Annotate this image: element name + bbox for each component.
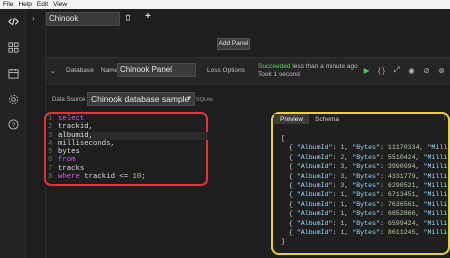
line-number: 8 (48, 173, 53, 182)
code-line: 5 bytes (48, 148, 208, 156)
chevron-down-icon[interactable]: ⌄ (50, 67, 56, 75)
line-number: 2 (48, 123, 53, 132)
panel-name-label: Name (101, 67, 119, 74)
chevron-right-icon[interactable]: › (32, 14, 35, 23)
more-icon[interactable]: ⋮ (441, 113, 448, 121)
play-icon[interactable]: ▶ (362, 66, 371, 75)
data-source-label: Data Source (52, 97, 86, 103)
json-row: { "AlbumId": 1, "Bytes": 6852860, "Milli… (281, 210, 447, 218)
code-line: 1 select (48, 115, 208, 123)
menu-view[interactable]: View (53, 0, 67, 9)
tab-schema[interactable]: Schema (309, 114, 345, 124)
json-row: { "AlbumId": 1, "Bytes": 6713451, "Milli… (281, 191, 447, 199)
code-line: 6 from (48, 156, 208, 164)
menu-bar: File Help Edit View (0, 0, 450, 9)
json-open: [ (281, 135, 285, 142)
svg-text:?: ? (11, 121, 15, 128)
help-icon[interactable]: ? (7, 118, 19, 130)
code-line: 4 milliseconds, (48, 140, 208, 148)
json-row: { "AlbumId": 3, "Bytes": 3990994, "Milli… (281, 163, 447, 171)
status-succeeded: Succeeded (258, 63, 291, 70)
sidebar-collapsed (26, 9, 46, 258)
line-number: 4 (48, 139, 53, 148)
json-row: { "AlbumId": 1, "Bytes": 11170334, "Mill… (281, 144, 447, 152)
page-name-input[interactable]: Chinook (46, 12, 120, 26)
line-number: 3 (48, 131, 53, 140)
line-number: 5 (48, 148, 53, 157)
code-text: tracks (58, 164, 85, 173)
settings-icon[interactable] (7, 93, 19, 105)
line-number: 1 (48, 115, 53, 123)
code-text: bytes (58, 148, 80, 157)
code-line: 8 where trackid <= 10; (48, 173, 208, 181)
code-text: milliseconds, (58, 139, 115, 148)
code-text: albumid, (58, 131, 208, 140)
code-text: select (58, 115, 85, 123)
expand-icon[interactable]: ⤢ (392, 65, 401, 75)
results-json: [ { "AlbumId": 1, "Bytes": 11170334, "Mi… (281, 134, 447, 247)
code-line: 3 albumid, (48, 131, 208, 140)
status-duration: Took 1 second (258, 71, 300, 78)
line-number: 7 (48, 164, 53, 173)
dialect-label: SQLite (196, 97, 213, 103)
dashboard-icon[interactable] (7, 41, 19, 53)
eye-icon[interactable]: ◉ (407, 66, 416, 75)
link-icon[interactable]: ⊘ (422, 66, 431, 75)
sql-code[interactable]: 1 select 2 trackid, 3 albumid, 4 milliseconds, 5… (48, 115, 208, 181)
code-text: trackid, (58, 123, 94, 132)
code-text: from (58, 156, 76, 165)
menu-file[interactable]: File (3, 0, 13, 9)
left-rail: ? (0, 9, 26, 258)
code-icon[interactable] (7, 15, 19, 27)
data-source-select[interactable]: Chinook database sample ▾ (87, 92, 195, 106)
json-row: { "AlbumId": 1, "Bytes": 6599424, "Milli… (281, 219, 447, 227)
results-tabs: Preview Schema (274, 114, 345, 124)
panel-options-link[interactable]: Loss Options (207, 67, 245, 74)
code-text: where trackid <= 10; (58, 173, 146, 182)
hide-icon[interactable]: ⊗ (437, 66, 446, 75)
json-row: { "AlbumId": 2, "Bytes": 5510424, "Milli… (281, 153, 447, 161)
calendar-icon[interactable] (7, 67, 19, 79)
json-row: { "AlbumId": 3, "Bytes": 4331779, "Milli… (281, 172, 447, 180)
line-number: 6 (48, 156, 53, 165)
json-row: { "AlbumId": 1, "Bytes": 7636561, "Milli… (281, 200, 447, 208)
chevron-down-icon: ▾ (187, 95, 191, 102)
trash-icon[interactable] (124, 13, 132, 23)
code-line: 7 tracks (48, 165, 208, 173)
json-row: { "AlbumId": 3, "Bytes": 6290521, "Milli… (281, 182, 447, 190)
run-status: Succeeded less than a minute ago Took 1 … (258, 63, 358, 79)
add-panel-button[interactable]: Add Panel (217, 38, 250, 50)
panel-type-label[interactable]: Database (66, 67, 94, 74)
code-line: 2 trackid, (48, 123, 208, 131)
add-page-icon[interactable]: + (145, 11, 151, 22)
menu-edit[interactable]: Edit (37, 0, 48, 9)
json-close: ] (281, 238, 285, 246)
tab-preview[interactable]: Preview (274, 114, 310, 124)
json-row: { "AlbumId": 1, "Bytes": 8611245, "Milli… (281, 229, 447, 237)
data-source-value: Chinook database sample (91, 94, 190, 104)
braces-icon[interactable]: { } (377, 66, 386, 75)
panel-name-input[interactable]: Chinook Panel (117, 63, 196, 77)
menu-help[interactable]: Help (18, 0, 31, 9)
panel-toolbar: ▶ { } ⤢ ◉ ⊘ ⊗ ⌫ (362, 65, 450, 75)
status-time-ago: less than a minute ago (290, 63, 358, 70)
